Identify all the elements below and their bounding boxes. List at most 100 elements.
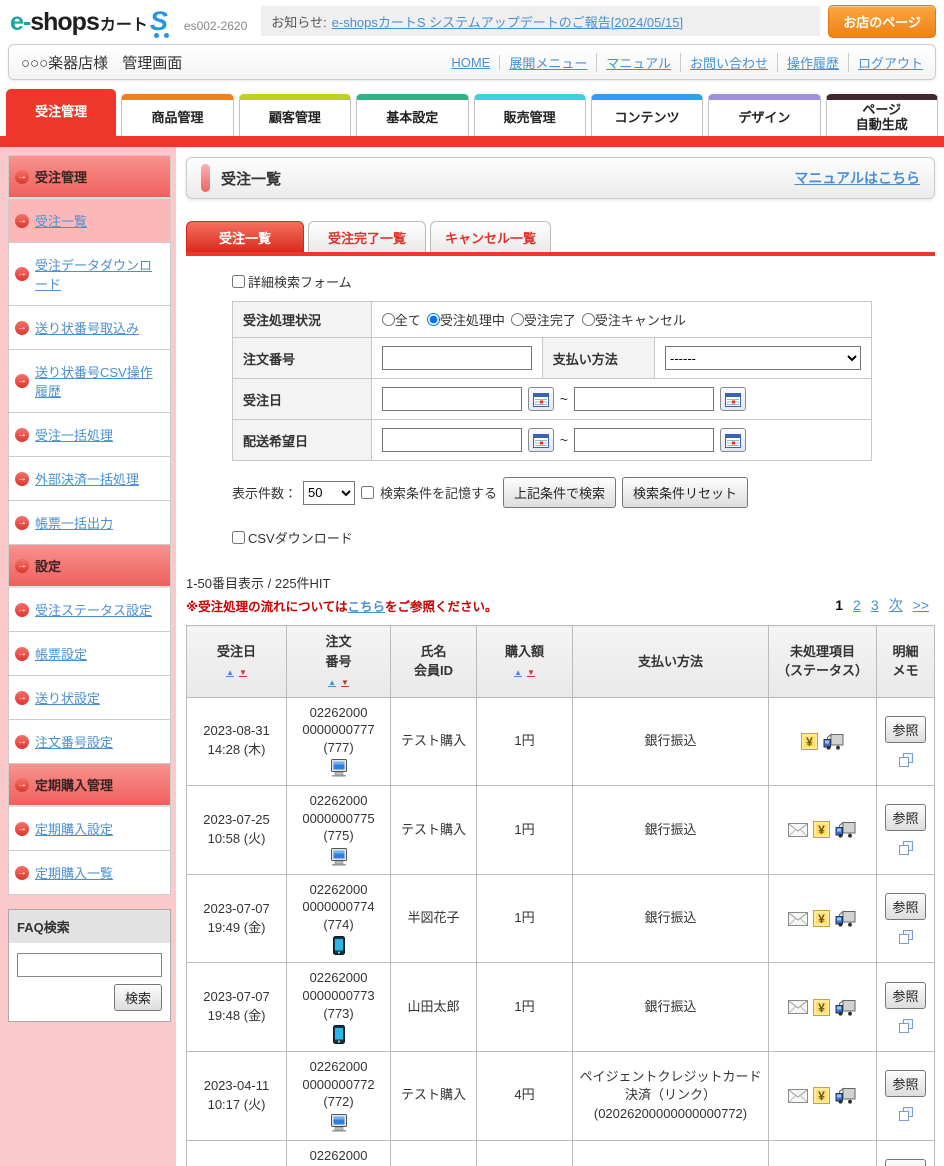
sidebar-item-shipping-slip-settings[interactable]: 送り状設定 bbox=[9, 676, 170, 720]
sidebar-item-subscription-list[interactable]: 定期購入一覧 bbox=[9, 851, 170, 895]
tab-basic-settings[interactable]: 基本設定 bbox=[356, 94, 468, 136]
detail-reference-button[interactable]: 参照 bbox=[885, 716, 925, 743]
note-link[interactable]: こちら bbox=[348, 600, 386, 614]
tab-design[interactable]: デザイン bbox=[708, 94, 820, 136]
payment-yen-icon[interactable]: ¥ bbox=[813, 999, 830, 1016]
sidebar-item-shipping-slip-csv-history[interactable]: 送り状番号CSV操作履歴 bbox=[9, 350, 170, 413]
sort-desc-icon[interactable]: ▼ bbox=[527, 669, 535, 677]
calendar-icon[interactable] bbox=[720, 387, 746, 411]
notice-link[interactable]: e-shopsカートS システムアップデートのご報告[2024/05/15] bbox=[332, 12, 683, 31]
page-link-2[interactable]: 2 bbox=[853, 597, 861, 613]
payment-method-select[interactable]: ------ bbox=[665, 346, 861, 370]
nav-link-home[interactable]: HOME bbox=[442, 55, 500, 70]
sidebar-section-settings[interactable]: 設定 bbox=[9, 545, 170, 588]
order-date-from-input[interactable] bbox=[382, 387, 522, 411]
sort-desc-icon[interactable]: ▼ bbox=[341, 679, 349, 687]
radio-status-processing[interactable]: 受注処理中 bbox=[427, 310, 505, 329]
subtab-order-complete-list[interactable]: 受注完了一覧 bbox=[308, 221, 426, 252]
payment-method-cell: ペイジェントクレジットカード決済（リンク）(020262000000000007… bbox=[573, 1052, 769, 1141]
col-order-number: 注文 番号 ▲▼ bbox=[287, 626, 391, 698]
nav-link-operation-history[interactable]: 操作履歴 bbox=[778, 53, 849, 72]
per-page-select[interactable]: 50 bbox=[303, 481, 355, 505]
detail-reference-button[interactable]: 参照 bbox=[885, 804, 925, 831]
tab-customer-management[interactable]: 顧客管理 bbox=[239, 94, 351, 136]
sidebar-item-order-status-settings[interactable]: 受注ステータス設定 bbox=[9, 588, 170, 632]
sidebar-item-report-batch-output[interactable]: 帳票一括出力 bbox=[9, 501, 170, 545]
radio-status-complete[interactable]: 受注完了 bbox=[511, 310, 576, 329]
calendar-icon[interactable] bbox=[528, 428, 554, 452]
sidebar-item-order-list[interactable]: 受注一覧 bbox=[9, 199, 170, 243]
arrow-circle-icon bbox=[15, 822, 29, 836]
shipping-truck-icon[interactable] bbox=[823, 733, 845, 750]
nav-link-expand-menu[interactable]: 展開メニュー bbox=[500, 53, 597, 72]
detail-reference-button[interactable]: 参照 bbox=[885, 1070, 925, 1097]
payment-yen-icon[interactable]: ¥ bbox=[813, 1087, 830, 1104]
delivery-date-from-input[interactable] bbox=[382, 428, 522, 452]
tab-page-auto-generation[interactable]: ページ 自動生成 bbox=[826, 94, 938, 136]
logo-text-e: e- bbox=[10, 8, 30, 37]
sidebar-item-order-data-download[interactable]: 受注データダウンロード bbox=[9, 243, 170, 306]
detail-reference-button[interactable]: 参照 bbox=[885, 1159, 925, 1166]
radio-status-all[interactable]: 全て bbox=[382, 310, 421, 329]
order-number-input[interactable] bbox=[382, 346, 532, 370]
copy-memo-icon[interactable] bbox=[899, 930, 913, 944]
mail-icon[interactable] bbox=[788, 823, 808, 837]
copy-memo-icon[interactable] bbox=[899, 1019, 913, 1033]
faq-search-input[interactable] bbox=[17, 953, 162, 977]
sort-desc-icon[interactable]: ▼ bbox=[239, 669, 247, 677]
shipping-truck-icon[interactable] bbox=[835, 821, 857, 838]
mail-icon[interactable] bbox=[788, 912, 808, 926]
eshops-logo[interactable]: e-shopsカートS bbox=[10, 6, 174, 37]
payment-yen-icon[interactable]: ¥ bbox=[813, 910, 830, 927]
sidebar-section-order-management[interactable]: 受注管理 bbox=[9, 156, 170, 199]
shipping-truck-icon[interactable] bbox=[835, 999, 857, 1016]
calendar-icon[interactable] bbox=[720, 428, 746, 452]
sort-asc-icon[interactable]: ▲ bbox=[514, 669, 522, 677]
sidebar-item-report-settings[interactable]: 帳票設定 bbox=[9, 632, 170, 676]
sidebar-item-external-payment-batch[interactable]: 外部決済一括処理 bbox=[9, 457, 170, 501]
remember-conditions-checkbox[interactable] bbox=[361, 486, 374, 499]
detail-search-checkbox[interactable] bbox=[232, 275, 245, 288]
sidebar-section-subscription-management[interactable]: 定期購入管理 bbox=[9, 764, 170, 807]
reset-button[interactable]: 検索条件リセット bbox=[622, 477, 748, 508]
manual-link[interactable]: マニュアルはこちら bbox=[794, 168, 920, 188]
nav-link-logout[interactable]: ログアウト bbox=[849, 53, 923, 72]
sidebar-item-shipping-slip-import[interactable]: 送り状番号取込み bbox=[9, 306, 170, 350]
shop-page-button[interactable]: お店のページ bbox=[828, 5, 936, 38]
shipping-truck-icon[interactable] bbox=[835, 1087, 857, 1104]
copy-memo-icon[interactable] bbox=[899, 753, 913, 767]
radio-status-cancel[interactable]: 受注キャンセル bbox=[582, 310, 686, 329]
shipping-truck-icon[interactable] bbox=[835, 910, 857, 927]
sidebar-item-subscription-settings[interactable]: 定期購入設定 bbox=[9, 807, 170, 851]
sort-asc-icon[interactable]: ▲ bbox=[226, 669, 234, 677]
order-date-to-input[interactable] bbox=[574, 387, 714, 411]
sidebar-item-order-batch-process[interactable]: 受注一括処理 bbox=[9, 413, 170, 457]
page-link-3[interactable]: 3 bbox=[871, 597, 879, 613]
mail-icon[interactable] bbox=[788, 1000, 808, 1014]
page-link-last[interactable]: >> bbox=[913, 597, 929, 613]
csv-download-checkbox[interactable] bbox=[232, 531, 245, 544]
mail-icon[interactable] bbox=[788, 1089, 808, 1103]
faq-search-button[interactable]: 検索 bbox=[114, 984, 162, 1011]
subtab-cancel-list[interactable]: キャンセル一覧 bbox=[430, 221, 551, 252]
payment-yen-icon[interactable]: ¥ bbox=[813, 821, 830, 838]
page-link-next[interactable]: 次 bbox=[889, 595, 903, 615]
tab-contents[interactable]: コンテンツ bbox=[591, 94, 703, 136]
tab-order-management[interactable]: 受注管理 bbox=[6, 89, 116, 136]
tab-product-management[interactable]: 商品管理 bbox=[121, 94, 233, 136]
sort-asc-icon[interactable]: ▲ bbox=[328, 679, 336, 687]
detail-reference-button[interactable]: 参照 bbox=[885, 982, 925, 1009]
copy-memo-icon[interactable] bbox=[899, 1107, 913, 1121]
nav-link-contact[interactable]: お問い合わせ bbox=[681, 53, 778, 72]
order-list-subtabs: 受注一覧 受注完了一覧 キャンセル一覧 bbox=[186, 221, 935, 256]
calendar-icon[interactable] bbox=[528, 387, 554, 411]
detail-reference-button[interactable]: 参照 bbox=[885, 893, 925, 920]
search-button[interactable]: 上記条件で検索 bbox=[503, 477, 616, 508]
copy-memo-icon[interactable] bbox=[899, 841, 913, 855]
sidebar-item-order-number-settings[interactable]: 注文番号設定 bbox=[9, 720, 170, 764]
nav-link-manual[interactable]: マニュアル bbox=[597, 53, 681, 72]
subtab-order-list[interactable]: 受注一覧 bbox=[186, 221, 304, 252]
delivery-date-to-input[interactable] bbox=[574, 428, 714, 452]
payment-yen-icon[interactable]: ¥ bbox=[801, 733, 818, 750]
tab-sales-management[interactable]: 販売管理 bbox=[474, 94, 586, 136]
